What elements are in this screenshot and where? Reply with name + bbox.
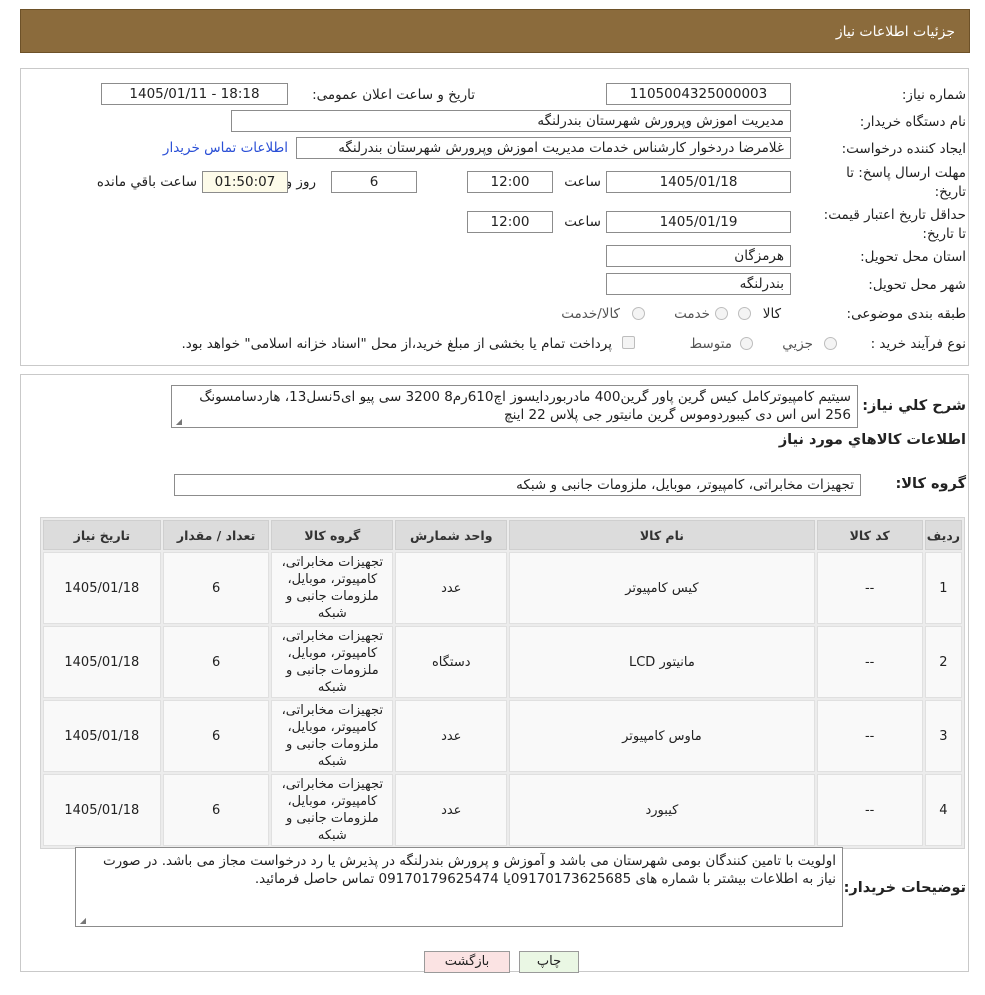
cell-unit: عدد <box>395 552 508 624</box>
cell-unit: عدد <box>395 700 508 772</box>
cell-group: تجهیزات مخابراتی، کامپیوتر، موبایل، ملزو… <box>271 552 394 624</box>
cell-date: 1405/01/18 <box>43 774 161 846</box>
cell-unit: دستگاه <box>395 626 508 698</box>
days-field: 6 <box>331 171 417 193</box>
buyer-notes-text: اولویت با تامین کنندگان بومی شهرستان می … <box>102 853 836 887</box>
cell-name: ماوس کامپیوتر <box>509 700 815 772</box>
city-field: بندرلنگه <box>606 273 791 295</box>
days-label: روز و <box>285 174 316 190</box>
process-radio-medium[interactable] <box>740 337 753 350</box>
goods-info-title: اطلاعات كالاهاي مورد نياز <box>778 432 966 448</box>
cell-name: کیبورد <box>509 774 815 846</box>
min-valid-time-label: ساعت <box>564 214 601 230</box>
cell-group: تجهیزات مخابراتی، کامپیوتر، موبایل، ملزو… <box>271 700 394 772</box>
category-label: طبقه بندی موضوعی: <box>846 306 966 322</box>
cell-qty: 6 <box>162 774 270 846</box>
col-header-date: تاریخ نیاز <box>43 520 161 550</box>
remaining-label: ساعت باقي مانده <box>96 174 197 190</box>
col-header-row-num: ردیف <box>924 520 962 550</box>
deadline-label: مهلت ارسال پاسخ: تا تاریخ: <box>846 165 966 200</box>
cell-code: -- <box>816 552 923 624</box>
deadline-date-field: 1405/01/18 <box>606 171 791 193</box>
col-header-code: کد کالا <box>816 520 923 550</box>
summary-label: شرح كلي نياز: <box>862 398 966 414</box>
table-row: 4 -- کیبورد عدد تجهیزات مخابراتی، کامپیو… <box>43 774 962 846</box>
creator-field: غلامرضا دردخوار کارشناس خدمات مدیریت امو… <box>296 137 791 159</box>
summary-textarea[interactable]: سیتیم کامپیوترکامل کیس گرین پاور گرین400… <box>171 385 858 428</box>
goods-group-field: تجهیزات مخابراتی، کامپیوتر، موبایل، ملزو… <box>174 474 861 496</box>
announce-label: تاریخ و ساعت اعلان عمومی: <box>312 87 475 103</box>
cell-row-num: 4 <box>924 774 962 846</box>
buyer-org-label: نام دستگاه خریدار: <box>859 114 966 130</box>
summary-text: سیتیم کامپیوترکامل کیس گرین پاور گرین400… <box>199 389 851 423</box>
cell-date: 1405/01/18 <box>43 626 161 698</box>
deadline-time-label: ساعت <box>564 174 601 190</box>
cell-code: -- <box>816 700 923 772</box>
min-valid-date-field: 1405/01/19 <box>606 211 791 233</box>
category-radio-goods[interactable] <box>738 307 751 320</box>
min-valid-label: حداقل تاریخ اعتبار قیمت: تا تاریخ: <box>823 207 966 242</box>
cell-date: 1405/01/18 <box>43 700 161 772</box>
col-header-name: نام کالا <box>509 520 815 550</box>
buyer-notes-textarea[interactable]: اولویت با تامین کنندگان بومی شهرستان می … <box>75 847 843 927</box>
buyer-contact-link[interactable]: اطلاعات تماس خریدار <box>163 140 288 156</box>
category-radio-goods-service[interactable] <box>632 307 645 320</box>
col-header-unit: واحد شمارش <box>395 520 508 550</box>
cell-date: 1405/01/18 <box>43 552 161 624</box>
table-header-row: ردیف کد کالا نام کالا واحد شمارش گروه کا… <box>43 520 962 550</box>
process-label: نوع فرآیند خرید : <box>870 336 966 352</box>
deadline-time-field: 12:00 <box>467 171 553 193</box>
table-row: 3 -- ماوس کامپیوتر عدد تجهیزات مخابراتی،… <box>43 700 962 772</box>
cell-name: کیس کامپیوتر <box>509 552 815 624</box>
need-number-field: 1105004325000003 <box>606 83 791 105</box>
category-radio-service[interactable] <box>715 307 728 320</box>
category-option-goods: کالا <box>762 306 781 322</box>
province-label: استان محل تحویل: <box>860 249 966 265</box>
city-label: شهر محل تحویل: <box>868 277 966 293</box>
cell-unit: عدد <box>395 774 508 846</box>
resize-grip-icon: ◢ <box>79 916 86 925</box>
cell-qty: 6 <box>162 552 270 624</box>
treasury-checkbox[interactable] <box>622 336 635 349</box>
goods-table: ردیف کد کالا نام کالا واحد شمارش گروه کا… <box>40 517 965 849</box>
back-button[interactable]: بازگشت <box>424 951 510 973</box>
print-button[interactable]: چاپ <box>519 951 579 973</box>
table-row: 2 -- مانیتور LCD دستگاه تجهیزات مخابراتی… <box>43 626 962 698</box>
col-header-qty: تعداد / مقدار <box>162 520 270 550</box>
creator-label: ایجاد کننده درخواست: <box>841 141 966 157</box>
category-option-goods-service: کالا/خدمت <box>561 306 620 322</box>
min-valid-time-field: 12:00 <box>467 211 553 233</box>
process-option-medium: متوسط <box>689 336 732 352</box>
category-option-service: خدمت <box>674 306 710 322</box>
cell-code: -- <box>816 774 923 846</box>
cell-name: مانیتور LCD <box>509 626 815 698</box>
buyer-org-field: مدیریت اموزش وپرورش شهرستان بندرلنگه <box>231 110 791 132</box>
table-row: 1 -- کیس کامپیوتر عدد تجهیزات مخابراتی، … <box>43 552 962 624</box>
announce-field: 1405/01/11 - 18:18 <box>101 83 288 105</box>
payment-note: پرداخت تمام یا بخشی از مبلغ خرید،از محل … <box>181 336 612 352</box>
cell-row-num: 3 <box>924 700 962 772</box>
process-option-minor: جزیي <box>782 336 813 352</box>
page-title: جزئیات اطلاعات نیاز <box>835 24 955 40</box>
cell-group: تجهیزات مخابراتی، کامپیوتر، موبایل، ملزو… <box>271 774 394 846</box>
need-number-label: شماره نیاز: <box>901 87 966 103</box>
col-header-group: گروه کالا <box>271 520 394 550</box>
resize-grip-icon: ◢ <box>175 417 182 426</box>
page-header: جزئیات اطلاعات نیاز <box>20 9 970 53</box>
cell-code: -- <box>816 626 923 698</box>
province-field: هرمزگان <box>606 245 791 267</box>
cell-qty: 6 <box>162 700 270 772</box>
cell-row-num: 2 <box>924 626 962 698</box>
process-radio-minor[interactable] <box>824 337 837 350</box>
cell-group: تجهیزات مخابراتی، کامپیوتر، موبایل، ملزو… <box>271 626 394 698</box>
buyer-notes-label: توضیحات خریدار: <box>843 880 966 896</box>
cell-row-num: 1 <box>924 552 962 624</box>
cell-qty: 6 <box>162 626 270 698</box>
goods-group-label: گروه کالا: <box>895 476 966 492</box>
remaining-time-field: 01:50:07 <box>202 171 288 193</box>
